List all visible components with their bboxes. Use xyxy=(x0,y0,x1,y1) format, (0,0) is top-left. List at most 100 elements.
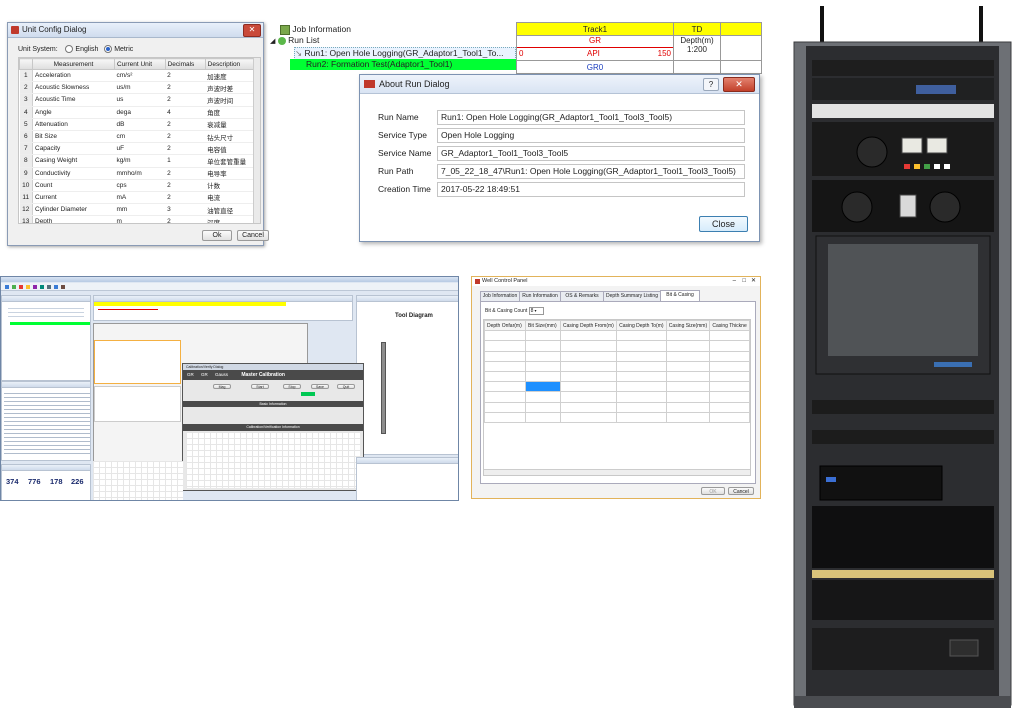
tab-depth-summary[interactable]: Depth Summary Listing xyxy=(603,291,661,301)
stop-button[interactable]: Stop xyxy=(283,384,301,389)
table-cell[interactable] xyxy=(709,381,750,393)
toolbar-icon[interactable] xyxy=(47,285,51,289)
unit-cell[interactable]: uF xyxy=(114,142,166,156)
maximize-icon[interactable]: □ xyxy=(742,277,746,286)
unit-cell[interactable]: cm xyxy=(114,130,166,144)
tab-gr[interactable]: GR xyxy=(187,372,194,377)
decimals-cell[interactable]: 2 xyxy=(165,142,206,156)
decimals-cell[interactable]: 2 xyxy=(165,179,206,192)
table-cell[interactable] xyxy=(709,340,750,352)
table-cell[interactable] xyxy=(525,401,561,413)
unit-cell[interactable]: mmho/m xyxy=(114,167,166,180)
tab-gauss[interactable]: Gauss xyxy=(215,372,228,377)
toolbar-icon[interactable] xyxy=(33,285,37,289)
unit-cell[interactable]: cps xyxy=(114,179,166,192)
table-cell[interactable] xyxy=(616,401,667,413)
col-current-unit[interactable]: Current Unit xyxy=(114,58,166,70)
track-name[interactable]: Track1 xyxy=(516,22,674,36)
table-row[interactable]: 9 Conductivity mmho/m 2 电导率 xyxy=(19,167,260,180)
curve-cell[interactable]: GR 0 API 150 xyxy=(516,35,674,61)
creation-time-field[interactable]: 2017-05-22 18:49:51 xyxy=(437,182,745,197)
col-casing-depth-to[interactable]: Casing Depth To(m) xyxy=(616,320,667,332)
table-cell[interactable] xyxy=(616,391,667,403)
decimals-cell[interactable]: 2 xyxy=(165,81,206,95)
tab-run-information[interactable]: Run Information xyxy=(519,291,561,301)
table-row[interactable]: 5 Attenuation dB 2 衰减量 xyxy=(19,118,260,131)
start-button[interactable]: Start xyxy=(251,384,269,389)
table-row[interactable]: 2 Acoustic Slowness us/m 2 声波时差 xyxy=(19,81,260,95)
unit-cell[interactable]: mA xyxy=(114,191,166,205)
decimals-cell[interactable]: 2 xyxy=(165,191,206,205)
table-cell[interactable] xyxy=(484,391,526,403)
unit-cell[interactable]: us/m xyxy=(114,81,166,95)
table-row[interactable]: 1 Acceleration cm/s² 2 加速度 xyxy=(19,69,260,83)
close-icon[interactable]: ✕ xyxy=(723,77,755,92)
table-row[interactable] xyxy=(484,330,750,342)
selected-run-bar[interactable] xyxy=(10,322,90,325)
table-cell[interactable] xyxy=(559,411,618,423)
table-row[interactable] xyxy=(484,360,750,372)
save-button[interactable]: Save xyxy=(311,384,329,389)
table-cell[interactable] xyxy=(709,350,750,362)
table-cell[interactable] xyxy=(484,370,526,383)
unit-cell[interactable]: m xyxy=(114,215,166,223)
table-cell[interactable] xyxy=(665,370,711,383)
table-cell[interactable] xyxy=(559,370,618,383)
table-cell[interactable] xyxy=(709,401,750,413)
metric-radio[interactable] xyxy=(104,45,113,53)
cancel-button[interactable]: Cancel xyxy=(237,230,269,241)
curve2-name[interactable]: GR0 xyxy=(516,60,674,74)
table-cell[interactable] xyxy=(616,381,667,393)
unit-table-scrollbar[interactable] xyxy=(253,58,260,223)
decimals-cell[interactable]: 2 xyxy=(165,215,206,223)
table-cell[interactable] xyxy=(616,340,667,352)
minimize-icon[interactable]: – xyxy=(733,277,736,286)
tree-job-information[interactable]: Job Information xyxy=(280,24,351,35)
unit-cell[interactable]: cm/s² xyxy=(114,69,166,83)
table-cell[interactable] xyxy=(559,391,618,403)
close-icon[interactable]: ✕ xyxy=(243,24,261,37)
table-cell[interactable] xyxy=(665,360,711,372)
table-row[interactable] xyxy=(484,350,750,362)
table-cell[interactable] xyxy=(525,360,561,372)
table-cell[interactable] xyxy=(484,411,526,423)
run-name-field[interactable]: Run1: Open Hole Logging(GR_Adaptor1_Tool… xyxy=(437,110,745,125)
table-cell[interactable] xyxy=(525,350,561,362)
table-cell[interactable] xyxy=(559,350,618,362)
unit-cell[interactable]: mm xyxy=(114,203,166,217)
selected-cell[interactable] xyxy=(525,381,561,393)
service-name-field[interactable]: GR_Adaptor1_Tool1_Tool3_Tool5 xyxy=(437,146,745,161)
table-cell[interactable] xyxy=(616,360,667,372)
horizontal-scrollbar[interactable] xyxy=(484,469,750,475)
table-row[interactable] xyxy=(484,411,750,423)
decimals-cell[interactable]: 4 xyxy=(165,106,206,119)
table-cell[interactable] xyxy=(559,340,618,352)
table-cell[interactable] xyxy=(665,350,711,362)
tree-run-list[interactable]: ◢ Run List xyxy=(270,35,319,47)
col-depth-onfar[interactable]: Depth Onfar(m) xyxy=(484,320,526,332)
service-type-field[interactable]: Open Hole Logging xyxy=(437,128,745,143)
decimals-cell[interactable]: 2 xyxy=(165,69,206,83)
ok-button[interactable]: OK xyxy=(701,487,725,495)
close-icon[interactable]: ✕ xyxy=(751,277,756,286)
decimals-cell[interactable]: 2 xyxy=(165,130,206,144)
td-header[interactable]: TD xyxy=(673,22,721,36)
table-cell[interactable] xyxy=(665,411,711,423)
decimals-cell[interactable]: 3 xyxy=(165,203,206,217)
toolbar-icon[interactable] xyxy=(40,285,44,289)
col-casing-size[interactable]: Casing Size(mm) xyxy=(665,320,711,332)
table-cell[interactable] xyxy=(709,370,750,383)
col-decimals[interactable]: Decimals xyxy=(164,58,206,70)
unit-cell[interactable]: dB xyxy=(114,118,166,131)
table-cell[interactable] xyxy=(559,360,618,372)
table-row[interactable]: 12 Cylinder Diameter mm 3 油管直径 xyxy=(19,203,260,217)
table-cell[interactable] xyxy=(525,340,561,352)
decimals-cell[interactable]: 1 xyxy=(165,154,206,168)
col-casing-thickness[interactable]: Casing Thickne xyxy=(709,320,750,332)
table-cell[interactable] xyxy=(525,330,561,342)
close-button[interactable]: Close xyxy=(699,216,748,232)
table-cell[interactable] xyxy=(525,370,561,383)
table-cell[interactable] xyxy=(525,411,561,423)
collapse-icon[interactable]: ◢ xyxy=(270,38,275,45)
table-cell[interactable] xyxy=(665,340,711,352)
